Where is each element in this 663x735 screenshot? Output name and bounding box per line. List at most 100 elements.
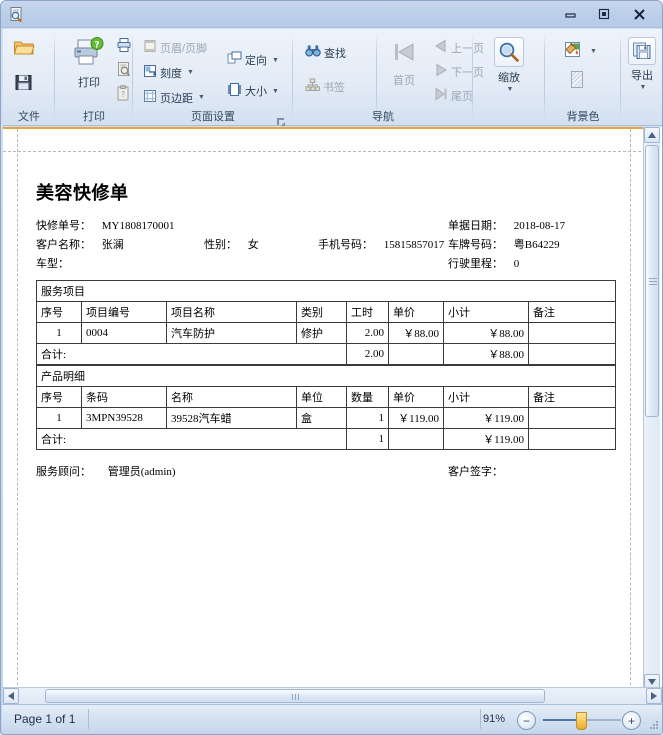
zoom-out-button[interactable]: − — [517, 711, 536, 730]
statusbar-separator — [88, 709, 89, 729]
page-setup-button[interactable] — [116, 61, 132, 82]
zoom-button[interactable]: 缩放 ▼ — [486, 37, 532, 93]
horizontal-scrollbar[interactable] — [3, 687, 662, 704]
ribbon-group-background-color: ▼ 背景色 — [545, 29, 621, 126]
margins-label: 页边距 — [160, 90, 193, 106]
open-file-button[interactable] — [13, 38, 35, 62]
print-options-button[interactable]: ? — [116, 85, 130, 106]
product-col-unit: 单位 — [297, 387, 347, 408]
chevron-down-icon: ▼ — [272, 88, 279, 95]
product-total-qty: 1 — [347, 429, 389, 450]
background-color-button[interactable]: ▼ — [561, 39, 599, 63]
order-date-value: 2018-08-17 — [514, 220, 565, 232]
report-title: 美容快修单 — [36, 179, 616, 205]
product-details-table: 产品明细 序号 条码 名称 单位 数量 单价 小计 备注 1 3MPN3 — [36, 365, 616, 450]
plate-number-value: 粤B64229 — [514, 239, 560, 251]
export-button[interactable]: 导出 ▼ — [625, 37, 659, 91]
bookmark-tree-icon — [305, 78, 320, 95]
chevron-down-icon: ▼ — [198, 94, 205, 101]
report-header-row-2: 客户名称： 张澜 性别： 女 手机号码： 15815857017 车牌号码： 粤… — [36, 236, 616, 255]
ribbon-group-navigation: 查找 书签 — [293, 29, 473, 126]
order-no-value: MY1808170001 — [102, 220, 175, 232]
mileage-label: 行驶里程： — [448, 258, 503, 270]
zoom-percent-label: 91% — [483, 713, 505, 725]
ribbon-toolbar: 文件 ? 打印 — [3, 29, 662, 126]
save-file-button[interactable] — [14, 73, 33, 97]
header-footer-button[interactable]: 页眉/页脚 — [141, 38, 209, 57]
service-col-category: 类别 — [297, 302, 347, 323]
zoom-in-icon: + — [628, 715, 635, 727]
ribbon-group-label-navigation: 导航 — [293, 108, 473, 124]
service-col-hours: 工时 — [347, 302, 389, 323]
ribbon-group-page-setup: 页眉/页脚 刻度 ▼ — [133, 29, 293, 126]
titlebar — [1, 1, 663, 28]
print-preview-window: 文件 ? 打印 — [0, 0, 663, 735]
orientation-button[interactable]: 定向 ▼ — [225, 50, 281, 70]
print-button[interactable]: ? 打印 — [65, 37, 113, 90]
ribbon-group-file: 文件 — [3, 29, 55, 126]
phone-field: 手机号码： 15815857017 — [318, 236, 444, 252]
report-footer: 服务顾问： 管理员(admin) 客户签字： — [36, 463, 616, 481]
service-cell-code: 0004 — [82, 323, 167, 344]
product-total-row: 合计: 1 ￥119.00 — [37, 429, 616, 450]
first-page-button[interactable]: 首页 — [381, 39, 427, 88]
plate-number-label: 车牌号码： — [448, 239, 503, 251]
printer-small-icon — [116, 37, 132, 58]
orientation-icon — [227, 51, 242, 69]
scroll-left-button[interactable] — [3, 688, 19, 704]
minimize-button[interactable] — [558, 5, 584, 23]
document-page[interactable]: 美容快修单 快修单号： MY1808170001 单据日期： 2018-08-1… — [3, 129, 646, 690]
order-date-label: 单据日期： — [448, 220, 503, 232]
last-page-button[interactable]: 尾页 — [432, 86, 475, 105]
product-total-label: 合计: — [37, 429, 347, 450]
export-button-label: 导出 — [631, 67, 653, 83]
find-label: 查找 — [324, 45, 346, 61]
vertical-scrollbar[interactable] — [643, 127, 660, 690]
page-setup-dialog-launcher[interactable] — [276, 114, 286, 124]
horizontal-scrollbar-thumb[interactable] — [45, 689, 545, 703]
product-col-name: 名称 — [167, 387, 297, 408]
service-total-remark — [529, 344, 616, 365]
find-button[interactable]: 查找 — [303, 43, 348, 62]
service-total-row: 合计: 2.00 ￥88.00 — [37, 344, 616, 365]
margins-button[interactable]: 页边距 ▼ — [141, 88, 207, 107]
product-col-price: 单价 — [389, 387, 444, 408]
service-total-hours: 2.00 — [347, 344, 389, 365]
product-cell-unit: 盒 — [297, 408, 347, 429]
order-no-label: 快修单号： — [36, 220, 91, 232]
quick-print-button[interactable] — [116, 37, 132, 58]
mileage-value: 0 — [514, 258, 520, 270]
service-total-subtotal: ￥88.00 — [444, 344, 529, 365]
print-preview-icon — [8, 6, 26, 24]
order-no-field: 快修单号： MY1808170001 — [36, 217, 174, 233]
header-footer-icon — [143, 39, 157, 56]
first-page-icon — [391, 39, 417, 70]
minimize-icon — [565, 9, 577, 19]
service-cell-price: ￥88.00 — [389, 323, 444, 344]
chevron-down-icon: ▼ — [590, 48, 597, 55]
advisor-field: 服务顾问： 管理员(admin) — [36, 463, 176, 479]
chevron-right-icon — [651, 692, 657, 700]
bookmark-button[interactable]: 书签 — [303, 77, 347, 96]
zoom-in-button[interactable]: + — [622, 711, 641, 730]
customer-name-value: 张澜 — [102, 239, 124, 251]
resize-grip[interactable] — [647, 718, 660, 731]
maximize-button[interactable] — [591, 5, 617, 23]
next-page-icon — [434, 63, 448, 80]
watermark-button[interactable] — [567, 69, 587, 94]
product-cell-subtotal: ￥119.00 — [444, 408, 529, 429]
table-row: 1 3MPN39528 39528汽车蜡 盒 1 ￥119.00 ￥119.00 — [37, 408, 616, 429]
scroll-right-button[interactable] — [646, 688, 662, 704]
zoom-slider-handle[interactable] — [576, 712, 587, 730]
service-cell-subtotal: ￥88.00 — [444, 323, 529, 344]
scale-label: 刻度 — [160, 65, 182, 81]
chevron-down-icon: ▼ — [640, 84, 647, 91]
size-button[interactable]: 大小 ▼ — [225, 81, 281, 101]
customer-name-field: 客户名称： 张澜 — [36, 236, 124, 252]
scale-icon — [143, 64, 157, 81]
close-button[interactable] — [626, 5, 652, 23]
scroll-up-button[interactable] — [644, 127, 660, 143]
vertical-scrollbar-thumb[interactable] — [645, 145, 659, 417]
service-cell-name: 汽车防护 — [167, 323, 297, 344]
scale-button[interactable]: 刻度 ▼ — [141, 63, 196, 82]
